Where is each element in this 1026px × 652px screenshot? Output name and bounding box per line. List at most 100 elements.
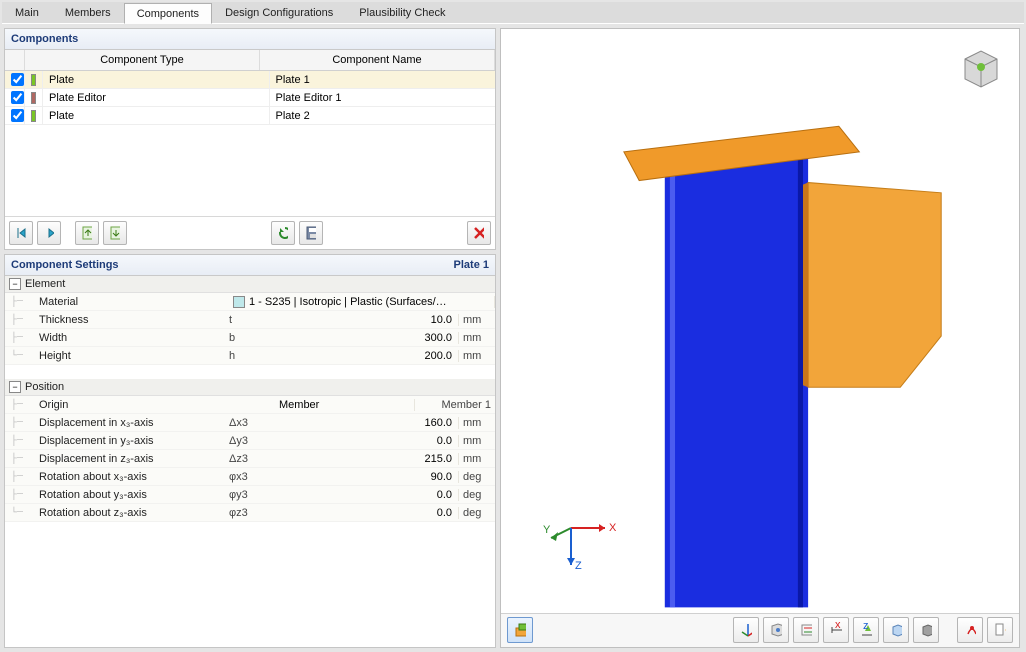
viewport-toolbar: xz	[501, 613, 1019, 647]
table-row[interactable]: Plate Plate 1	[5, 71, 495, 89]
component-settings-header: Component Settings Plate 1	[5, 255, 495, 276]
tree-icon: └┄	[5, 350, 39, 362]
property-row[interactable]: ├┄Rotation about y₃-axisφy30.0deg	[5, 486, 495, 504]
tree-icon: ├┄	[5, 435, 39, 447]
property-value[interactable]: 200.0	[275, 350, 459, 362]
3d-viewport[interactable]: X Y Z	[501, 29, 1019, 613]
svg-text:X: X	[609, 522, 617, 534]
property-unit: mm	[459, 314, 495, 326]
property-row[interactable]: └┄Heighth200.0mm	[5, 347, 495, 365]
property-value[interactable]: 300.0	[275, 332, 459, 344]
move-up-button[interactable]	[75, 221, 99, 245]
tree-icon: ├┄	[5, 296, 39, 308]
view-direction-button[interactable]	[763, 617, 789, 643]
row-checkbox[interactable]	[11, 73, 24, 86]
reload-button[interactable]	[271, 221, 295, 245]
svg-text:Y: Y	[543, 524, 551, 536]
save-button[interactable]	[299, 221, 323, 245]
view-mode-button[interactable]	[507, 617, 533, 643]
view-cube[interactable]	[957, 43, 1005, 91]
section-label: Position	[25, 381, 64, 393]
move-first-button[interactable]	[9, 221, 33, 245]
transparency-button[interactable]	[883, 617, 909, 643]
settings-title: Component Settings	[11, 259, 119, 271]
tree-icon: └┄	[5, 507, 39, 519]
property-value2: Member 1	[415, 399, 495, 411]
collapse-icon[interactable]: −	[9, 278, 21, 290]
show-dimensions-button[interactable]: x	[823, 617, 849, 643]
property-value[interactable]: 215.0	[275, 453, 459, 465]
property-row[interactable]: ├┄Origin MemberMember 1	[5, 396, 495, 414]
tree-icon: ├┄	[5, 399, 39, 411]
deformation-button[interactable]	[957, 617, 983, 643]
property-symbol: h	[229, 350, 275, 362]
components-toolbar	[5, 216, 495, 249]
viewport-panel: X Y Z xz	[500, 28, 1020, 648]
move-last-button[interactable]	[37, 221, 61, 245]
property-row[interactable]: └┄Rotation about z₃-axisφz30.0deg	[5, 504, 495, 522]
tab-components[interactable]: Components	[124, 3, 212, 24]
header-component-type[interactable]: Component Type	[25, 50, 260, 70]
property-symbol: t	[229, 314, 275, 326]
property-unit: mm	[459, 332, 495, 344]
settings-context: Plate 1	[454, 259, 489, 271]
show-labels-button[interactable]	[793, 617, 819, 643]
components-table-body: Plate Plate 1 Plate Editor Plate Editor …	[5, 71, 495, 216]
property-unit: deg	[459, 471, 495, 483]
property-row[interactable]: ├┄Widthb300.0mm	[5, 329, 495, 347]
components-table-header: Component Type Component Name	[5, 50, 495, 71]
row-checkbox[interactable]	[11, 109, 24, 122]
row-name: Plate 1	[270, 71, 496, 88]
row-name: Plate 2	[270, 107, 496, 124]
svg-text:Z: Z	[575, 560, 582, 572]
tab-members[interactable]: Members	[52, 2, 124, 23]
row-name: Plate Editor 1	[270, 89, 496, 106]
property-unit: mm	[459, 435, 495, 447]
property-value[interactable]: 0.0	[275, 507, 459, 519]
property-label: Origin	[39, 399, 229, 411]
move-down-button[interactable]	[103, 221, 127, 245]
property-unit: mm	[459, 350, 495, 362]
property-label: Displacement in x₃-axis	[39, 417, 229, 429]
property-label: Material	[39, 296, 229, 308]
property-symbol: Δx3	[229, 417, 275, 429]
section-header[interactable]: −Position	[5, 379, 495, 396]
render-mode-button[interactable]	[913, 617, 939, 643]
property-value[interactable]: Member	[275, 399, 415, 411]
row-checkbox[interactable]	[11, 91, 24, 104]
property-symbol: φz3	[229, 507, 275, 519]
property-row[interactable]: ├┄Displacement in y₃-axisΔy30.0mm	[5, 432, 495, 450]
property-row[interactable]: ├┄Thicknesst10.0mm	[5, 311, 495, 329]
property-row[interactable]: ├┄Material1 - S235 | Isotropic | Plastic…	[5, 293, 495, 311]
section-header[interactable]: −Element	[5, 276, 495, 293]
table-row[interactable]: Plate Plate 2	[5, 107, 495, 125]
property-unit: deg	[459, 489, 495, 501]
delete-button[interactable]	[467, 221, 491, 245]
table-row[interactable]: Plate Editor Plate Editor 1	[5, 89, 495, 107]
property-value[interactable]: 0.0	[275, 435, 459, 447]
tab-plausibility-check[interactable]: Plausibility Check	[346, 2, 458, 23]
collapse-icon[interactable]: −	[9, 381, 21, 393]
snapshot-button[interactable]	[987, 617, 1013, 643]
property-label: Rotation about x₃-axis	[39, 471, 229, 483]
property-value[interactable]: 1 - S235 | Isotropic | Plastic (Surfaces…	[229, 296, 495, 308]
tree-icon: ├┄	[5, 489, 39, 501]
property-value[interactable]: 10.0	[275, 314, 459, 326]
component-settings-panel: Component Settings Plate 1 −Element├┄Mat…	[4, 254, 496, 648]
tab-main[interactable]: Main	[2, 2, 52, 23]
property-row[interactable]: ├┄Rotation about x₃-axisφx390.0deg	[5, 468, 495, 486]
color-swatch	[31, 74, 36, 86]
axes-toggle-button[interactable]	[733, 617, 759, 643]
color-swatch	[31, 110, 36, 122]
tab-design-configurations[interactable]: Design Configurations	[212, 2, 346, 23]
isolate-button[interactable]: z	[853, 617, 879, 643]
row-type: Plate Editor	[43, 89, 270, 106]
property-row[interactable]: ├┄Displacement in x₃-axisΔx3160.0mm	[5, 414, 495, 432]
property-value[interactable]: 90.0	[275, 471, 459, 483]
components-panel: Components Component Type Component Name…	[4, 28, 496, 250]
property-value[interactable]: 160.0	[275, 417, 459, 429]
property-value[interactable]: 0.0	[275, 489, 459, 501]
property-row[interactable]: ├┄Displacement in z₃-axisΔz3215.0mm	[5, 450, 495, 468]
property-unit: deg	[459, 507, 495, 519]
header-component-name[interactable]: Component Name	[260, 50, 495, 70]
